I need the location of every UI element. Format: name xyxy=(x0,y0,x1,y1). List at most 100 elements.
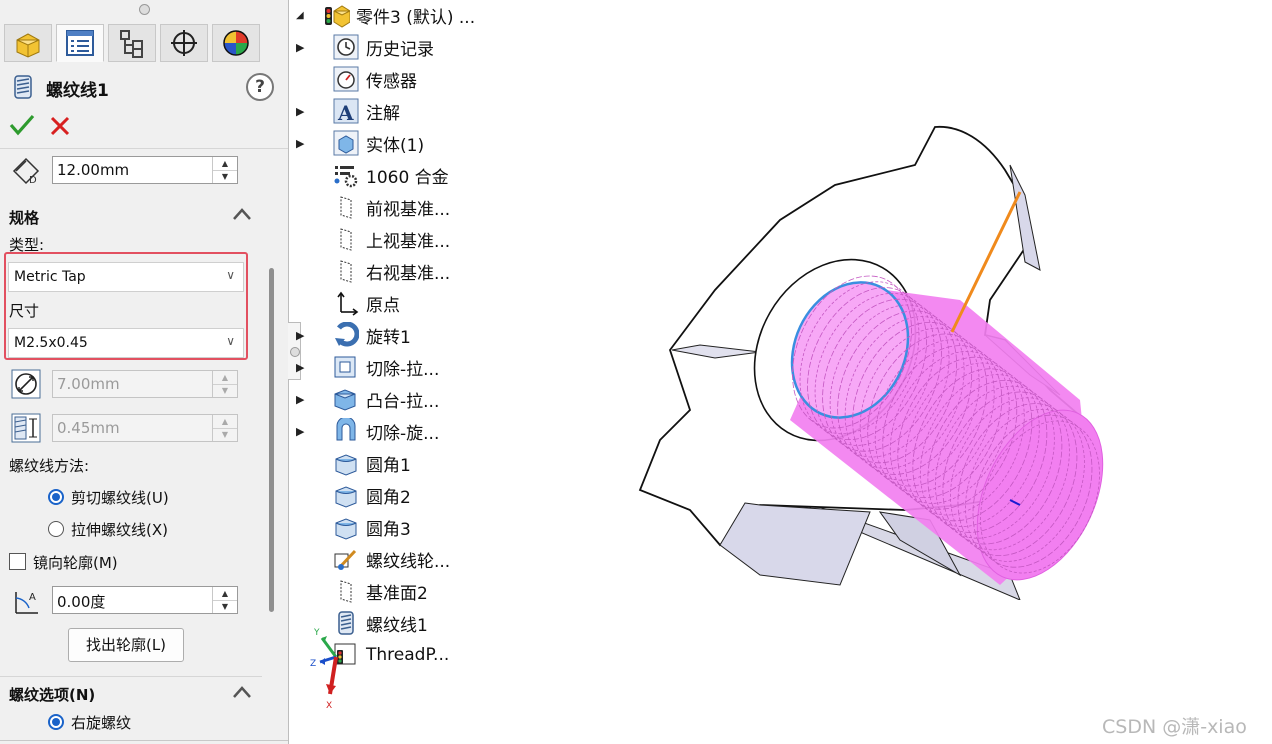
plane-icon xyxy=(332,577,360,605)
mirror-profile-label[interactable]: 镜向轮廓(M) xyxy=(33,552,118,573)
tree-item[interactable]: 1060 合金 xyxy=(332,160,449,190)
prong-side-face xyxy=(719,502,871,586)
tree-item[interactable]: ▶ 切除-旋... xyxy=(296,416,439,446)
right-hand-thread-radio[interactable] xyxy=(48,714,64,730)
spec-section-header[interactable]: 规格 xyxy=(9,207,39,228)
sensor-icon xyxy=(332,65,360,93)
revolve-icon xyxy=(332,321,360,349)
feature-manager-tab[interactable] xyxy=(4,24,52,62)
tree-item-label: 圆角2 xyxy=(366,487,411,508)
cut-thread-radio[interactable] xyxy=(48,489,64,505)
tree-item-label: 基准面2 xyxy=(366,583,428,604)
pitch-icon xyxy=(10,412,42,444)
offset-distance-input[interactable]: 12.00mm ▲ ▼ xyxy=(52,156,238,184)
origin-icon xyxy=(332,289,360,317)
tree-item-label: ThreadP... xyxy=(366,645,450,665)
offset-distance-spinner[interactable]: ▲ ▼ xyxy=(212,157,237,183)
spin-up-icon[interactable]: ▲ xyxy=(213,371,237,385)
thread-feature-icon xyxy=(10,74,36,104)
collapse-chevron-icon[interactable] xyxy=(232,206,252,226)
property-manager-tab[interactable] xyxy=(56,24,104,62)
tree-item[interactable]: 原点 xyxy=(332,288,400,318)
pitch-input[interactable]: 0.45mm ▲ ▼ xyxy=(52,414,238,442)
tree-item-label: 螺纹线轮... xyxy=(366,551,451,572)
collapse-chevron-icon[interactable] xyxy=(232,684,252,704)
cut-revolve-icon xyxy=(332,417,360,445)
tree-item[interactable]: 右视基准... xyxy=(332,256,450,286)
feature-tree: ◢ 零件3 (默认) ... ▶ 历史记录 传感器 ▶ A 注解 ▶ 实体(1) 1060 合金… xyxy=(296,0,496,670)
right-hand-thread-label[interactable]: 右旋螺纹 xyxy=(71,712,131,733)
display-manager-tab[interactable] xyxy=(212,24,260,62)
expand-arrow-icon[interactable]: ▶ xyxy=(296,361,310,374)
svg-text:A: A xyxy=(337,101,354,124)
spin-down-icon[interactable]: ▼ xyxy=(213,384,237,397)
tree-item[interactable]: 圆角1 xyxy=(332,448,411,478)
expand-arrow-icon[interactable]: ▶ xyxy=(296,393,310,406)
panel-scrollbar[interactable] xyxy=(269,268,274,612)
appearance-sphere-icon xyxy=(223,30,249,56)
expand-arrow-icon[interactable]: ▶ xyxy=(296,329,310,342)
cancel-button[interactable] xyxy=(48,114,72,138)
expand-arrow-icon[interactable]: ▶ xyxy=(296,105,310,118)
thread-type-value: Metric Tap xyxy=(14,269,86,285)
tree-item-label: 圆角3 xyxy=(366,519,411,540)
thread-size-select[interactable]: M2.5x0.45 ∨ xyxy=(8,328,244,358)
tree-item[interactable]: ▶ 实体(1) xyxy=(296,128,424,158)
tree-item[interactable]: 圆角2 xyxy=(332,480,411,510)
cut-thread-label[interactable]: 剪切螺纹线(U) xyxy=(71,487,169,508)
ok-button[interactable] xyxy=(8,112,36,138)
thread-type-select[interactable]: Metric Tap ∨ xyxy=(8,262,244,292)
help-button[interactable]: ? xyxy=(246,73,274,101)
checkmark-icon xyxy=(9,114,35,136)
tree-root[interactable]: ◢ 零件3 (默认) ... xyxy=(296,0,475,30)
part-icon xyxy=(16,33,40,58)
find-profile-button[interactable]: 找出轮廓(L) xyxy=(68,628,184,662)
tree-item-label: 前视基准... xyxy=(366,199,451,220)
start-angle-input[interactable]: 0.00度 ▲ ▼ xyxy=(52,586,238,614)
spin-up-icon[interactable]: ▲ xyxy=(213,157,237,171)
tree-item-label: 历史记录 xyxy=(366,39,434,60)
expand-arrow-icon[interactable]: ▶ xyxy=(296,137,310,150)
tree-item[interactable]: ▶ 凸台-拉... xyxy=(296,384,439,414)
diameter-spinner[interactable]: ▲ ▼ xyxy=(212,371,237,397)
diameter-icon xyxy=(10,368,42,400)
mirror-profile-checkbox[interactable] xyxy=(9,553,26,570)
tree-item-label: 螺纹线1 xyxy=(366,615,428,636)
bottom-divider xyxy=(0,740,288,741)
tree-item[interactable]: 螺纹线轮... xyxy=(332,544,450,574)
tree-item[interactable]: ▶ 旋转1 xyxy=(296,320,411,350)
tree-item[interactable]: ▶ A 注解 xyxy=(296,96,400,126)
expand-arrow-icon[interactable]: ▶ xyxy=(296,425,310,438)
chevron-down-icon: ∨ xyxy=(226,268,235,282)
spin-up-icon[interactable]: ▲ xyxy=(213,587,237,601)
pitch-spinner[interactable]: ▲ ▼ xyxy=(212,415,237,441)
svg-text:D: D xyxy=(29,175,37,186)
configuration-manager-tab[interactable] xyxy=(108,24,156,62)
dimxpert-tab[interactable] xyxy=(160,24,208,62)
expand-arrow-icon[interactable]: ▶ xyxy=(296,41,310,54)
cut-extrude-icon xyxy=(332,353,360,381)
spin-down-icon[interactable]: ▼ xyxy=(213,600,237,613)
pitch-value: 0.45mm xyxy=(57,419,120,437)
tree-item[interactable]: 基准面2 xyxy=(332,576,428,606)
chevron-down-icon: ∨ xyxy=(226,334,235,348)
3d-viewport[interactable] xyxy=(560,100,1120,600)
extrude-thread-radio[interactable] xyxy=(48,521,64,537)
tree-item[interactable]: 传感器 xyxy=(332,64,417,94)
diameter-input[interactable]: 7.00mm ▲ ▼ xyxy=(52,370,238,398)
spin-down-icon[interactable]: ▼ xyxy=(213,428,237,441)
panel-grip-icon[interactable] xyxy=(139,4,150,15)
expand-arrow-icon[interactable]: ◢ xyxy=(296,10,310,21)
extrude-thread-label[interactable]: 拉伸螺纹线(X) xyxy=(71,519,168,540)
start-angle-spinner[interactable]: ▲ ▼ xyxy=(212,587,237,613)
tree-item[interactable]: ▶ 历史记录 xyxy=(296,32,434,62)
spin-down-icon[interactable]: ▼ xyxy=(213,170,237,183)
feature-title: 螺纹线1 xyxy=(46,81,109,101)
tree-item-label: 传感器 xyxy=(366,71,417,92)
tree-item[interactable]: 前视基准... xyxy=(332,192,450,222)
tree-item[interactable]: 上视基准... xyxy=(332,224,450,254)
tree-item[interactable]: ▶ 切除-拉... xyxy=(296,352,439,382)
tree-item[interactable]: 圆角3 xyxy=(332,512,411,542)
thread-options-section-header[interactable]: 螺纹选项(N) xyxy=(9,684,95,705)
spin-up-icon[interactable]: ▲ xyxy=(213,415,237,429)
